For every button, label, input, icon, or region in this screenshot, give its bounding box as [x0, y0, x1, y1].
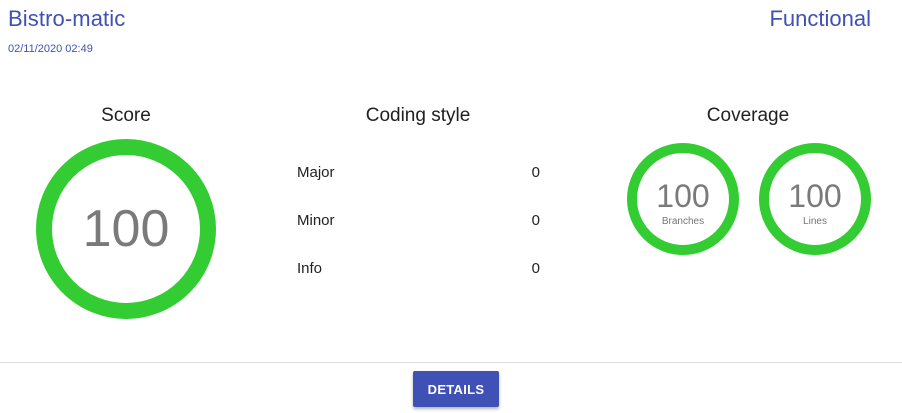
branches-ring: 100 Branches	[627, 143, 739, 255]
score-value: 100	[82, 200, 170, 258]
details-button[interactable]: DETAILS	[413, 371, 499, 407]
row-value: 0	[531, 164, 540, 181]
coding-style-row-minor: Minor 0	[297, 212, 542, 234]
lines-label: Lines	[803, 215, 827, 227]
footer-divider	[0, 362, 902, 363]
score-title: Score	[101, 105, 151, 126]
category-title: Functional	[769, 6, 871, 31]
row-value: 0	[531, 260, 540, 277]
coding-style-title: Coding style	[365, 105, 471, 126]
lines-value: 100	[788, 177, 842, 214]
row-value: 0	[531, 212, 540, 229]
coverage-title: Coverage	[706, 105, 790, 126]
row-label: Info	[297, 260, 323, 277]
score-ring: 100	[36, 139, 216, 319]
project-title: Bistro-matic	[8, 6, 126, 31]
lines-ring: 100 Lines	[759, 143, 871, 255]
branches-label: Branches	[661, 215, 705, 227]
row-label: Minor	[297, 212, 335, 229]
row-label: Major	[297, 164, 335, 181]
timestamp: 02/11/2020 02:49	[8, 43, 93, 55]
coding-style-row-info: Info 0	[297, 260, 542, 282]
coding-style-row-major: Major 0	[297, 164, 542, 186]
branches-value: 100	[656, 177, 710, 214]
